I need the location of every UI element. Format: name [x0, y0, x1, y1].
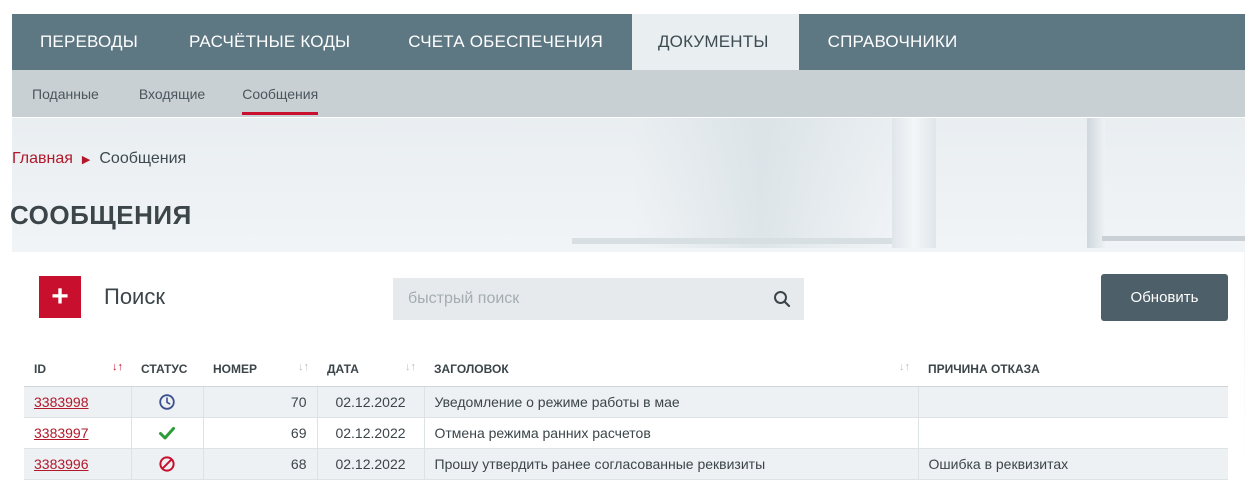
nav-item-transfers[interactable]: ПЕРЕВОДЫ [12, 14, 167, 70]
message-id-link[interactable]: 3383998 [34, 394, 89, 410]
checkmark-icon [159, 426, 175, 440]
column-header-number[interactable]: НОМЕР ↓↑ [203, 352, 317, 387]
clock-icon [159, 393, 175, 410]
column-header-date[interactable]: ДАТА ↓↑ [317, 352, 424, 387]
cell-reason [918, 417, 1228, 449]
table-row[interactable]: 3383996 68 02.12.2022 Прошу утвердить ра… [24, 448, 1228, 480]
breadcrumb-current: Сообщения [99, 150, 187, 167]
table-header-row: ID ↓↑ СТАТУС НОМЕР ↓↑ ДАТА ↓↑ ЗАГОЛОВОК [24, 352, 1228, 387]
breadcrumb: Главная ▶ Сообщения [12, 150, 186, 168]
sort-desc-icon[interactable]: ↓↑ [112, 361, 123, 373]
message-id-link[interactable]: 3383997 [34, 425, 89, 441]
cell-reason: Ошибка в реквизитах [918, 448, 1228, 480]
search-label: Поиск [104, 284, 165, 309]
nav-item-collateral-accounts[interactable]: СЧЕТА ОБЕСПЕЧЕНИЯ [379, 14, 632, 70]
column-header-reason: ПРИЧИНА ОТКАЗА [918, 352, 1228, 387]
sort-icon[interactable]: ↓↑ [405, 361, 416, 373]
message-id-link[interactable]: 3383996 [34, 456, 89, 472]
cell-title: Уведомление о режиме работы в мае [424, 386, 919, 418]
cell-number: 70 [203, 386, 318, 418]
quick-search-input[interactable] [393, 278, 753, 320]
column-header-id[interactable]: ID ↓↑ [24, 352, 131, 387]
page-title: СООБЩЕНИЯ [10, 200, 192, 230]
quick-search-box [393, 278, 804, 320]
top-nav: ПЕРЕВОДЫ РАСЧЁТНЫЕ КОДЫ СЧЕТА ОБЕСПЕЧЕНИ… [12, 14, 1245, 70]
sort-icon[interactable]: ↓↑ [298, 361, 309, 373]
refresh-button[interactable]: Обновить [1101, 274, 1228, 321]
messages-table: ID ↓↑ СТАТУС НОМЕР ↓↑ ДАТА ↓↑ ЗАГОЛОВОК [24, 352, 1228, 480]
magnifier-icon[interactable] [772, 289, 792, 309]
cell-date: 02.12.2022 [317, 448, 425, 480]
table-row[interactable]: 3383997 69 02.12.2022 Отмена режима ранн… [24, 417, 1228, 449]
sub-nav: Поданные Входящие Сообщения [12, 70, 1245, 117]
page: ПЕРЕВОДЫ РАСЧЁТНЫЕ КОДЫ СЧЕТА ОБЕСПЕЧЕНИ… [0, 0, 1245, 491]
prohibited-icon [159, 456, 175, 472]
nav-item-documents[interactable]: ДОКУМЕНТЫ [631, 14, 799, 70]
breadcrumb-separator-icon: ▶ [81, 153, 91, 166]
cell-number: 69 [203, 417, 318, 449]
nav-item-references[interactable]: СПРАВОЧНИКИ [799, 14, 987, 70]
subnav-item-messages[interactable]: Сообщения [242, 70, 318, 117]
breadcrumb-home-link[interactable]: Главная [12, 150, 73, 168]
nav-item-settlement-codes[interactable]: РАСЧЁТНЫЕ КОДЫ [167, 14, 379, 70]
cell-date: 02.12.2022 [317, 417, 425, 449]
plus-icon: + [51, 280, 69, 313]
table-row[interactable]: 3383998 70 02.12.2022 Уведомление о режи… [24, 386, 1228, 418]
cell-reason [918, 386, 1228, 418]
cell-title: Прошу утвердить ранее согласованные рекв… [424, 448, 919, 480]
cell-number: 68 [203, 448, 318, 480]
sort-icon[interactable]: ↓↑ [899, 361, 910, 373]
add-message-button[interactable]: + [39, 276, 81, 318]
column-header-status: СТАТУС [131, 352, 203, 387]
messages-panel: + Поиск Обновить ID [12, 252, 1244, 491]
column-header-title[interactable]: ЗАГОЛОВОК ↓↑ [424, 352, 918, 387]
cell-date: 02.12.2022 [317, 386, 425, 418]
subnav-item-submitted[interactable]: Поданные [32, 70, 99, 117]
cell-title: Отмена режима ранних расчетов [424, 417, 919, 449]
subnav-item-incoming[interactable]: Входящие [139, 70, 205, 117]
